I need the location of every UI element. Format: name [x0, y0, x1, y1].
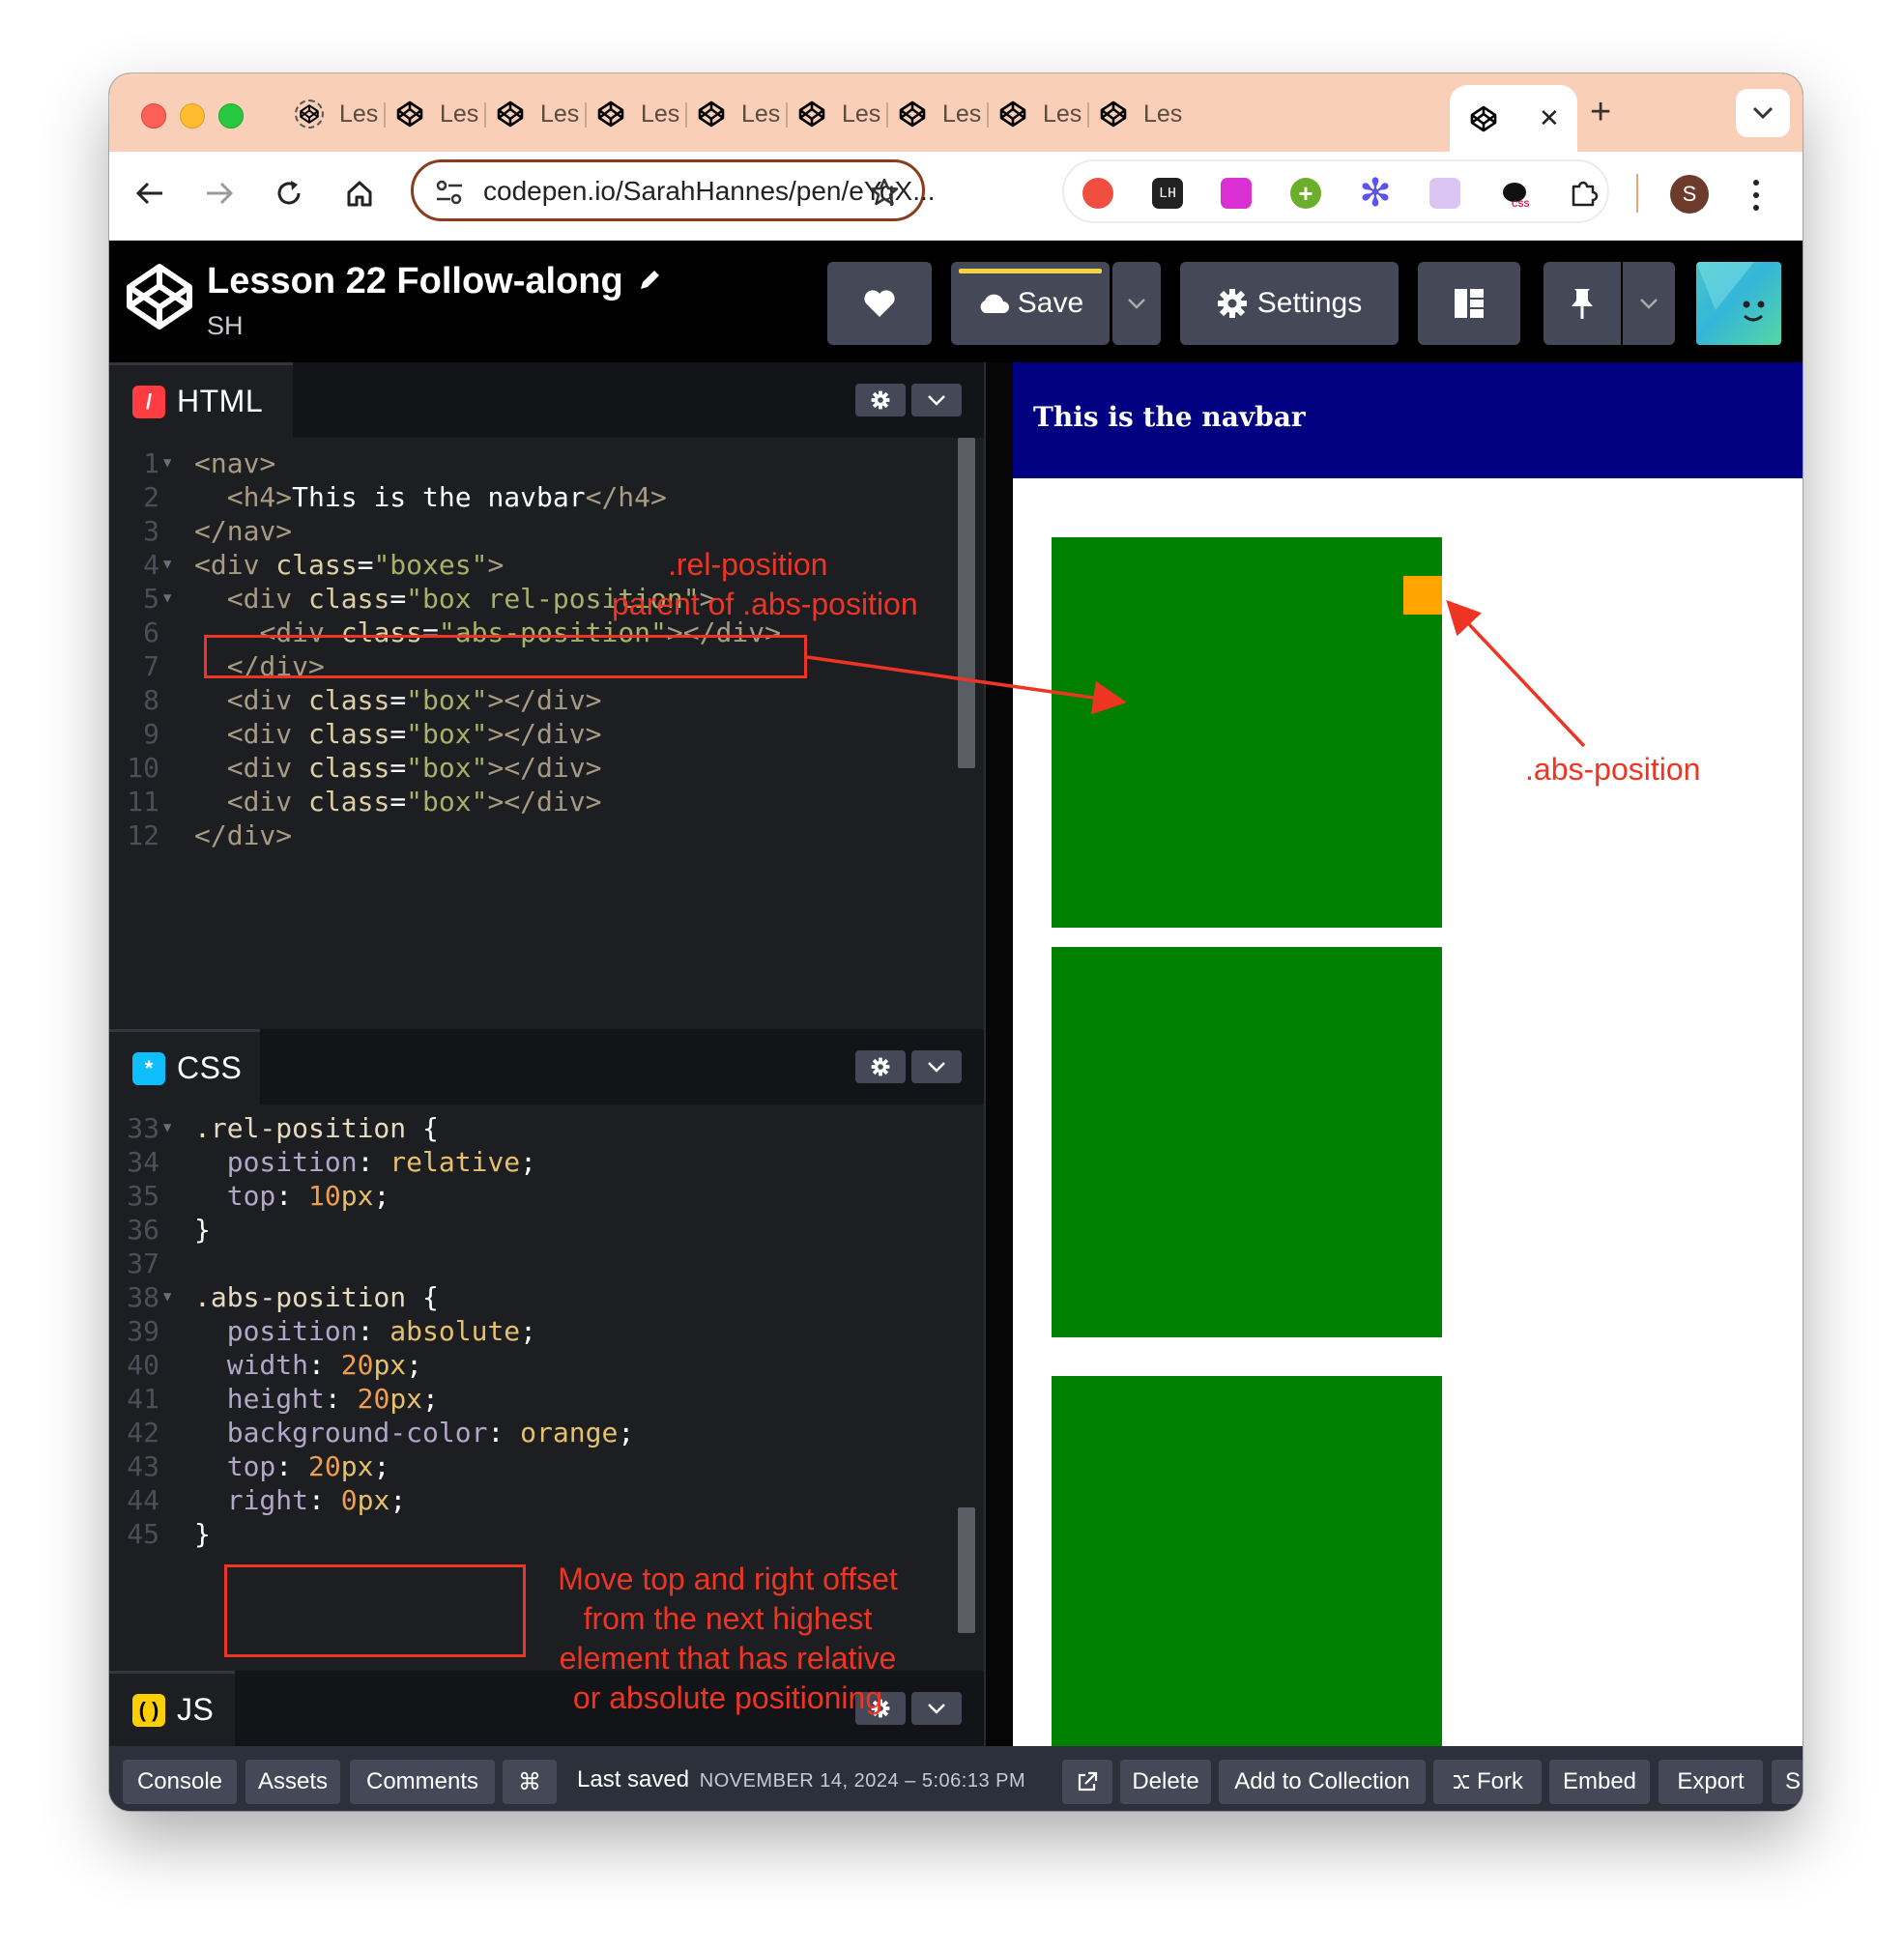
keyboard-shortcuts-button[interactable]: ⌘: [503, 1760, 557, 1804]
export-button[interactable]: Export: [1659, 1760, 1763, 1804]
last-saved-value: NOVEMBER 14, 2024 – 5:06:13 PM: [699, 1770, 1026, 1792]
fork-label: Fork: [1477, 1768, 1523, 1794]
share-button[interactable]: S: [1772, 1760, 1803, 1804]
arrow-to-rel-box: [806, 655, 1127, 715]
fork-button[interactable]: Fork: [1433, 1760, 1542, 1804]
last-saved-status: Last saved NOVEMBER 14, 2024 – 5:06:13 P…: [577, 1766, 1025, 1793]
console-button[interactable]: Console: [123, 1760, 237, 1804]
fork-icon: [1454, 1775, 1469, 1789]
arrow-to-abs-square: [1446, 599, 1586, 748]
annotation-arrows: [806, 599, 1586, 748]
last-saved-label: Last saved: [577, 1766, 690, 1792]
browser-window: Les Les Les Les Les Les Les Les Les ✕ + codepen.…: [109, 73, 1803, 1811]
add-to-collection-button[interactable]: Add to Collection: [1219, 1760, 1426, 1804]
open-external-button[interactable]: [1062, 1760, 1112, 1804]
delete-button[interactable]: Delete: [1120, 1760, 1211, 1804]
comments-button[interactable]: Comments: [350, 1760, 495, 1804]
embed-button[interactable]: Embed: [1549, 1760, 1650, 1804]
external-link-icon: [1078, 1771, 1098, 1792]
assets-button[interactable]: Assets: [245, 1760, 340, 1804]
